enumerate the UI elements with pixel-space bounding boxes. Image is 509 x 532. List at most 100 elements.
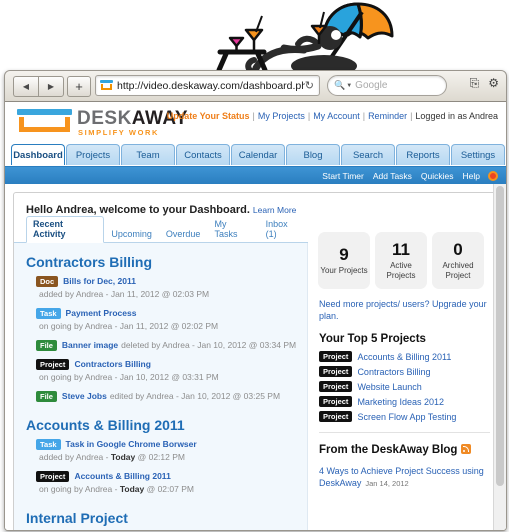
blog-post-date: Jan 14, 2012 [365,479,409,488]
back-button[interactable]: ◀ [13,76,38,97]
toolbar-icons: ⎘ ⚙ [470,77,499,89]
badge-project: Project [36,471,70,482]
tab-recent-activity[interactable]: Recent Activity [26,216,105,243]
tab-blog[interactable]: Blog [286,144,340,165]
project-link[interactable]: Screen Flow App Testing [357,412,456,422]
activity-meta-time: @ 02:12 PM [135,452,185,462]
browser-window: ◀ ▶ + http://video.deskaway.com/dashboar… [4,70,507,531]
tab-reports[interactable]: Reports [396,144,450,165]
project-link[interactable]: Website Launch [357,382,421,392]
tab-dashboard[interactable]: Dashboard [11,144,65,165]
tab-team[interactable]: Team [121,144,175,165]
stat-number: 11 [392,239,410,259]
activity-meta: added by Andrea - Today @ 02:12 PM [39,451,185,464]
tab-overdue[interactable]: Overdue [159,229,208,242]
deskaway-logo[interactable]: DESKAWAY SIMPLIFY WORK [15,107,188,140]
badge-project: Project [319,381,353,392]
add-tasks-link[interactable]: Add Tasks [373,171,412,181]
reminder-link[interactable]: Reminder [368,111,407,121]
settings-gear-icon[interactable]: ⚙ [488,77,499,89]
beach-lounger-illustration [216,2,394,78]
badge-project: Project [319,351,353,362]
list-item[interactable]: Project Accounts & Billing 2011 [319,349,494,364]
tab-contacts[interactable]: Contacts [176,144,230,165]
tab-my-tasks[interactable]: My Tasks [207,219,258,242]
quickies-link[interactable]: Quickies [421,171,454,181]
top-utility-links: Update Your Status | My Projects | My Accoun… [166,111,498,121]
welcome-text: Hello Andrea, welcome to your Dashboard. [26,204,250,216]
activity-meta-prefix: on going by Andrea - [39,484,120,494]
tab-search[interactable]: Search [341,144,395,165]
activity-item: Project Contractors Billing on going by … [14,355,307,387]
activity-group-title[interactable]: Contractors Billing [14,243,307,272]
logo-tagline: SIMPLIFY WORK [78,128,160,137]
top-projects-title: Your Top 5 Projects [319,333,426,345]
badge-file: File [36,391,57,402]
tab-inbox[interactable]: Inbox (1) [259,219,308,242]
stat-number: 9 [339,244,349,264]
address-bar-url: http://video.deskaway.com/dashboard.php [117,79,305,92]
scrollbar-thumb[interactable] [496,186,504,486]
activity-name-link[interactable]: Payment Process [66,307,137,320]
list-item[interactable]: Project Marketing Ideas 2012 [319,394,494,409]
blog-post-link[interactable]: 4 Ways to Achieve Project Success using … [316,460,494,490]
update-status-link[interactable]: Update Your Status [167,111,250,121]
upgrade-plan-link[interactable]: Need more projects/ users? Upgrade your … [316,289,494,322]
project-link[interactable]: Marketing Ideas 2012 [357,397,444,407]
dashboard-card: Hello Andrea, welcome to your Dashboard.… [13,192,498,530]
reload-icon[interactable]: ↻ [305,79,314,92]
page-menu-icon[interactable]: ⎘ [470,77,480,89]
activity-name-link[interactable]: Banner image [62,339,118,352]
logo-desktop-shape-icon [17,109,72,115]
stat-your-projects[interactable]: 9 Your Projects [318,232,370,289]
learn-more-link[interactable]: Learn More [253,205,296,215]
activity-tab-bar: Recent Activity Upcoming Overdue My Task… [14,216,308,243]
activity-name-link[interactable]: Steve Jobs [62,390,107,403]
list-item[interactable]: Project Contractors Billing [319,364,494,379]
activity-item: File Steve Jobs edited by Andrea - Jan 1… [14,387,307,406]
address-bar[interactable]: http://video.deskaway.com/dashboard.php … [95,75,320,96]
tab-projects[interactable]: Projects [66,144,120,165]
site-favicon-icon [100,80,113,91]
tab-settings[interactable]: Settings [451,144,505,165]
activity-group-title[interactable]: Accounts & Billing 2011 [14,406,307,435]
logo-desk-legs-icon [19,117,70,132]
activity-meta: on going by Andrea - Jan 10, 2012 @ 03:3… [39,372,219,382]
tab-upcoming[interactable]: Upcoming [104,229,159,242]
activity-name-link[interactable]: Accounts & Billing 2011 [74,470,170,483]
stat-label: Archived Project [442,260,474,280]
project-link[interactable]: Contractors Billing [357,367,430,377]
badge-project: Project [319,411,353,422]
project-link[interactable]: Accounts & Billing 2011 [357,352,451,362]
top-projects-list: Project Accounts & Billing 2011 Project … [316,349,494,424]
activity-meta: edited by Andrea - Jan 10, 2012 @ 03:25 … [109,391,281,401]
activity-group-title[interactable]: Internal Project [14,499,307,528]
list-item[interactable]: Project Website Launch [319,379,494,394]
project-stats: 9 Your Projects 11 Active Projects 0 Arc… [316,225,494,289]
stat-active-projects[interactable]: 11 Active Projects [375,232,427,289]
activity-name-link[interactable]: Contractors Billing [74,358,151,371]
browser-search-field[interactable]: 🔍 ▼ Google [327,75,447,96]
page-scrollbar[interactable] [493,184,506,530]
start-timer-link[interactable]: Start Timer [322,171,364,181]
nav-button-group: ◀ ▶ [13,76,64,97]
new-tab-button[interactable]: + [67,76,91,97]
rss-icon[interactable] [461,444,472,454]
activity-name-link[interactable]: Bills for Dec, 2011 [63,275,136,288]
main-tab-bar: Dashboard Projects Team Contacts Calenda… [5,144,506,167]
stat-archived-project[interactable]: 0 Archived Project [432,232,484,289]
list-item[interactable]: Project Screen Flow App Testing [319,409,494,424]
my-projects-link[interactable]: My Projects [258,111,305,121]
chevron-down-icon[interactable]: ▼ [346,83,352,89]
tab-calendar[interactable]: Calendar [231,144,285,165]
lifesaver-icon[interactable] [488,170,498,181]
forward-button[interactable]: ▶ [38,76,64,97]
activity-name-link[interactable]: Task in Google Chrome Borwser [66,438,197,451]
badge-project: Project [319,366,353,377]
my-account-link[interactable]: My Account [313,111,360,121]
web-page: DESKAWAY SIMPLIFY WORK Update Your Statu… [5,102,506,530]
stat-label: Your Projects [320,265,368,275]
help-link[interactable]: Help [463,171,480,181]
logged-in-label: Logged in as Andrea [415,111,498,121]
site-header: DESKAWAY SIMPLIFY WORK Update Your Statu… [5,102,506,144]
